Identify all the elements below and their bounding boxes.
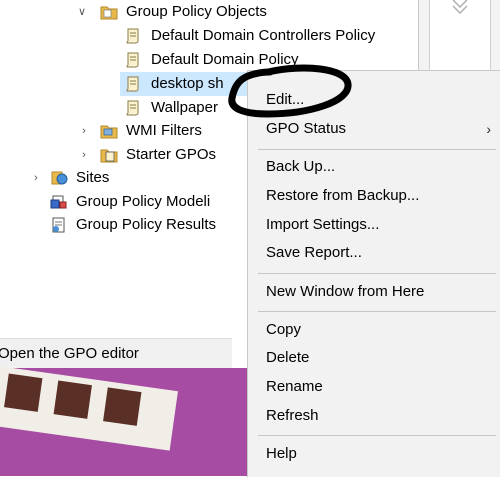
folder-icon	[100, 123, 118, 139]
menu-item-label: Copy	[266, 321, 302, 338]
menu-separator	[258, 311, 496, 312]
tree-item-desktop-selected[interactable]: desktop sh	[120, 72, 250, 96]
menu-item-label: Edit...	[266, 91, 305, 108]
chevron-right-icon[interactable]: ›	[78, 119, 90, 143]
menu-separator	[258, 273, 496, 274]
gpo-scroll-icon	[124, 76, 142, 92]
gpo-scroll-icon	[124, 100, 142, 116]
tree-item-label: Wallpaper	[151, 99, 218, 116]
tree-item-label: Group Policy Results	[76, 216, 217, 233]
film-hole	[4, 373, 43, 412]
menu-separator	[258, 435, 496, 436]
menu-item-rename[interactable]: Rename	[248, 373, 500, 401]
gpo-scroll-icon	[124, 28, 142, 44]
status-bar: Open the GPO editor	[0, 338, 232, 369]
menu-item-help[interactable]: Help	[248, 440, 500, 468]
folder-icon	[100, 147, 118, 163]
film-hole	[53, 380, 92, 419]
folder-icon	[100, 4, 118, 20]
tree-item-group-policy-objects[interactable]: ∨ Group Policy Objects	[0, 0, 300, 24]
tree-item-sites[interactable]: › Sites	[0, 166, 250, 190]
expanded-chevron-icon[interactable]: ∨	[76, 0, 88, 24]
tree-item-label: desktop sh	[151, 75, 224, 92]
chevron-right-icon[interactable]: ›	[78, 143, 90, 167]
submenu-arrow-icon: ›	[486, 121, 491, 137]
sites-icon	[50, 170, 68, 186]
tree-item-label: Group Policy Modeli	[76, 193, 211, 210]
tree-item-label: Sites	[76, 169, 110, 186]
results-icon	[50, 217, 68, 233]
menu-item-save-report[interactable]: Save Report...	[248, 239, 500, 267]
menu-item-restore-from-backup[interactable]: Restore from Backup...	[248, 182, 500, 210]
tree-item-label: Default Domain Controllers Policy	[151, 27, 376, 44]
tree-item-wmi-filters[interactable]: › WMI Filters	[0, 119, 250, 143]
tree-item-wallpaper[interactable]: Wallpaper	[0, 96, 250, 120]
modeling-icon	[50, 194, 68, 210]
tree-item-label: Default Domain Policy	[151, 51, 299, 68]
tree-item-label: Starter GPOs	[126, 146, 217, 163]
tree-item-group-policy-results[interactable]: Group Policy Results	[0, 213, 250, 237]
menu-item-back-up[interactable]: Back Up...	[248, 153, 500, 181]
menu-item-label: New Window from Here	[266, 283, 425, 300]
tree-item-default-domain-policy[interactable]: Default Domain Policy	[0, 48, 400, 72]
menu-item-label: Restore from Backup...	[266, 187, 420, 204]
status-text: Open the GPO editor	[0, 345, 139, 362]
film-hole	[103, 387, 142, 426]
menu-item-gpo-status[interactable]: GPO Status ›	[248, 115, 500, 143]
menu-item-delete[interactable]: Delete	[248, 344, 500, 372]
wallpaper-film-strip	[0, 362, 178, 451]
menu-item-refresh[interactable]: Refresh	[248, 402, 500, 430]
menu-item-label: Save Report...	[266, 244, 362, 261]
scroll-down-icon[interactable]	[450, 0, 470, 16]
menu-item-new-window-from-here[interactable]: New Window from Here	[248, 278, 500, 306]
menu-item-label: Back Up...	[266, 158, 336, 175]
menu-item-import-settings[interactable]: Import Settings...	[248, 211, 500, 239]
menu-item-label: Rename	[266, 378, 323, 395]
menu-item-copy[interactable]: Copy	[248, 316, 500, 344]
context-menu: Edit... GPO Status › Back Up... Restore f…	[247, 70, 500, 477]
tree-item-label: Group Policy Objects	[126, 3, 267, 20]
menu-item-edit[interactable]: Edit...	[248, 86, 500, 114]
tree-item-default-domain-controllers-policy[interactable]: Default Domain Controllers Policy	[0, 24, 400, 48]
menu-item-label: Help	[266, 445, 297, 462]
menu-separator	[258, 149, 496, 150]
tree-item-label: WMI Filters	[126, 122, 202, 139]
menu-item-label: GPO Status	[266, 120, 347, 137]
tree-item-group-policy-modeling[interactable]: Group Policy Modeli	[0, 190, 250, 214]
menu-item-label: Import Settings...	[266, 216, 380, 233]
chevron-right-icon[interactable]: ›	[30, 166, 42, 190]
menu-item-label: Refresh	[266, 407, 319, 424]
gpo-scroll-icon	[124, 52, 142, 68]
menu-item-label: Delete	[266, 349, 310, 366]
tree-item-starter-gpos[interactable]: › Starter GPOs	[0, 143, 250, 167]
